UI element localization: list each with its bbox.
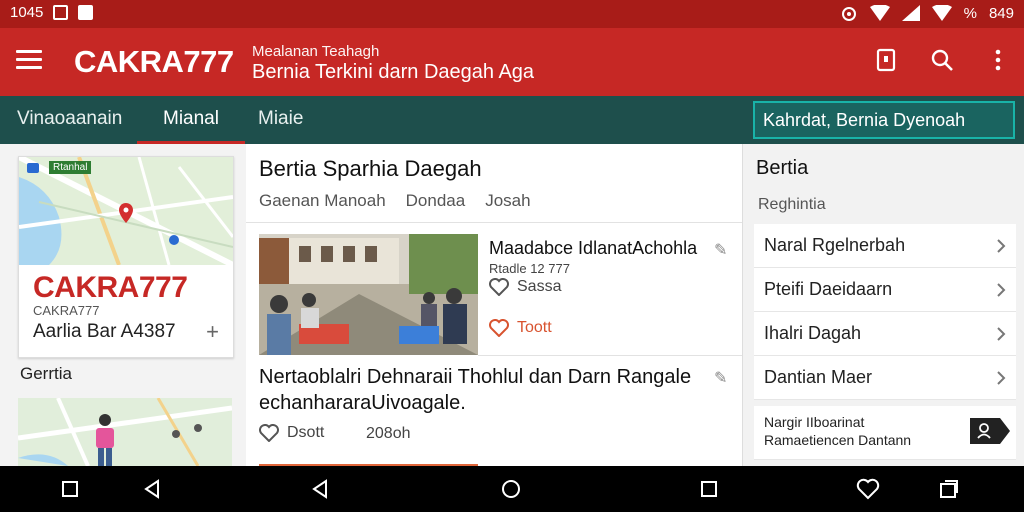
- article-time: 208oh: [366, 425, 411, 443]
- recents-icon[interactable]: [58, 477, 82, 501]
- filter-row: Gaenan Manoah Dondaa Josah: [259, 191, 531, 211]
- list-item-line2: Ramaetiencen Dantann: [764, 432, 912, 448]
- card-brand: CAKRA777: [33, 271, 188, 304]
- like-count: Sassa: [517, 278, 562, 295]
- page-title: Bernia Terkini darn Daegah Aga: [252, 61, 535, 83]
- list-item[interactable]: Pteifi Daeidaarn: [754, 268, 1016, 312]
- map-badge-icon: [27, 163, 39, 173]
- home-icon[interactable]: [499, 477, 523, 501]
- back-icon[interactable]: [308, 477, 332, 501]
- filter-item[interactable]: Josah: [485, 191, 530, 211]
- status-bar: 1045 % 849: [0, 0, 1024, 28]
- heart-icon: [259, 424, 279, 442]
- person-image: [96, 414, 114, 466]
- recents-icon[interactable]: [697, 477, 721, 501]
- list-item-line1: Nargir IIboarinat: [764, 414, 865, 430]
- card-text: Aarlia Bar A4387: [33, 321, 176, 342]
- right-search-bar: Kahrdat, Bernia Dyenoah: [742, 96, 1024, 144]
- user-tag-icon[interactable]: [970, 418, 1010, 444]
- section-title: Bertia Sparhia Daegah: [259, 156, 482, 181]
- map-chip: Rtanhal: [49, 161, 92, 174]
- bookmark-button[interactable]: [870, 44, 902, 76]
- panel-subtitle: Reghintia: [758, 196, 826, 213]
- map-card[interactable]: Rtanhal CAKRA777 CAKRA777 Aarlia Bar A43…: [18, 156, 234, 358]
- map-thumbnail-2[interactable]: [18, 398, 232, 466]
- list-item-label: Pteifi Daeidaarn: [764, 279, 893, 299]
- list-item[interactable]: Nargir IIboarinat Ramaetiencen Dantann: [754, 406, 1016, 460]
- like-count: Dsott: [287, 424, 325, 441]
- menu-icon[interactable]: [16, 50, 42, 70]
- search-button[interactable]: [926, 44, 958, 76]
- article-image[interactable]: [259, 234, 478, 355]
- edit-icon[interactable]: ✎: [714, 240, 727, 260]
- like-button[interactable]: Toott: [489, 319, 552, 337]
- chevron-right-icon: [997, 327, 1006, 341]
- section-label: Gerrtia: [20, 364, 72, 383]
- list-item[interactable]: Ihalri Dagah: [754, 312, 1016, 356]
- list-item-label: Dantian Maer: [764, 367, 873, 387]
- panel-title: Bertia: [756, 157, 809, 179]
- bookmark-icon: [876, 48, 896, 72]
- filter-item[interactable]: Dondaa: [406, 191, 466, 211]
- heart-icon[interactable]: [856, 477, 880, 501]
- like-button[interactable]: Dsott: [259, 424, 324, 442]
- tab-bar: Vinaoaanain Mianal Miaie: [0, 96, 742, 144]
- chevron-right-icon: [997, 239, 1006, 253]
- wifi-icon: [931, 5, 952, 21]
- chevron-right-icon: [997, 371, 1006, 385]
- wifi-icon: [869, 5, 890, 21]
- edit-icon[interactable]: ✎: [714, 368, 727, 388]
- right-panel: Bertia Reghintia Naral Rgelnerbah Pteifi…: [742, 144, 1024, 466]
- app-subtitle: Mealanan Teahagh: [252, 43, 380, 60]
- map-marker-icon: [169, 235, 179, 245]
- notification-icon: [53, 5, 69, 20]
- heart-icon: [489, 319, 509, 337]
- more-vert-icon: [995, 49, 1001, 71]
- time-label: 208oh: [366, 425, 411, 442]
- like-button[interactable]: Sassa: [489, 278, 561, 296]
- like-count: Toott: [517, 319, 552, 336]
- tab-mianal[interactable]: Mianal: [137, 96, 245, 144]
- app-logo: CAKRA777: [74, 44, 234, 79]
- status-time: 1045: [10, 4, 44, 21]
- main-content: Bertia Sparhia Daegah Gaenan Manoah Dond…: [246, 144, 742, 466]
- article-title[interactable]: Maadabce IdlanatAchohla: [489, 238, 697, 259]
- battery-percent: %: [963, 4, 977, 22]
- left-column: Rtanhal CAKRA777 CAKRA777 Aarlia Bar A43…: [0, 144, 246, 466]
- windows-icon[interactable]: [937, 477, 961, 501]
- back-icon[interactable]: [140, 477, 164, 501]
- alarm-icon: [841, 7, 856, 21]
- overflow-menu-button[interactable]: [982, 44, 1014, 76]
- app-bar: CAKRA777 Mealanan Teahagh Bernia Terkini…: [0, 28, 1024, 96]
- list-item-label: Ihalri Dagah: [764, 323, 862, 343]
- chevron-right-icon: [997, 283, 1006, 297]
- filter-item[interactable]: Gaenan Manoah: [259, 191, 386, 211]
- search-icon: [931, 49, 953, 71]
- list-item[interactable]: Naral Rgelnerbah: [754, 224, 1016, 268]
- divider: [478, 355, 742, 356]
- search-input[interactable]: Kahrdat, Bernia Dyenoah: [753, 101, 1015, 139]
- signal-icon: [901, 5, 920, 21]
- list-item[interactable]: Dantian Maer: [754, 356, 1016, 400]
- location-pin-icon: [119, 203, 133, 223]
- divider: [246, 222, 742, 223]
- article-date: Rtadle 12 777: [489, 261, 570, 276]
- map-thumbnail[interactable]: Rtanhal: [19, 157, 233, 265]
- status-time: 849: [988, 4, 1014, 22]
- notification-icon: [78, 5, 94, 20]
- article-title[interactable]: Nertaoblalri Dehnaraii Thohlul dan Darn …: [259, 364, 699, 416]
- tab-miaie[interactable]: Miaie: [258, 96, 303, 144]
- heart-icon: [489, 278, 509, 296]
- tab-vinaoaanain[interactable]: Vinaoaanain: [17, 96, 122, 144]
- card-brand-sub: CAKRA777: [33, 303, 100, 318]
- list-item-label: Naral Rgelnerbah: [764, 235, 906, 255]
- navigation-bar: [0, 466, 1024, 512]
- add-button[interactable]: +: [206, 319, 219, 345]
